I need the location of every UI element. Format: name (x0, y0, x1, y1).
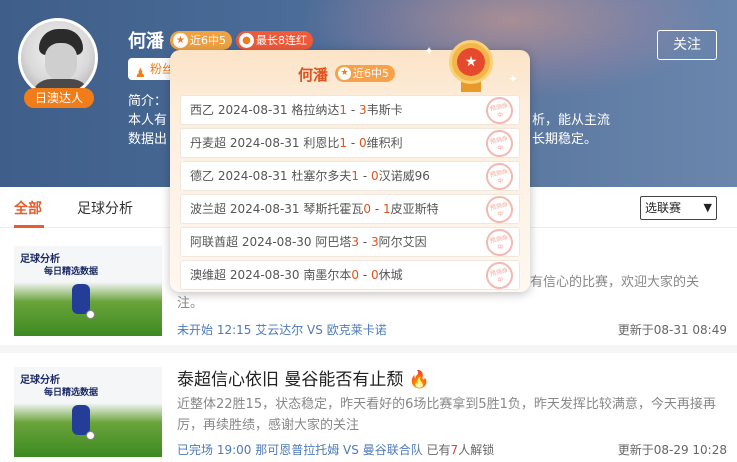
result-row[interactable]: 澳维超 2024-08-30 南墨尔本0 - 0休城 预测命中 (180, 259, 520, 292)
score-separator: - (359, 169, 371, 183)
profile-intro-tail: 析，能从主流 长期稳定。 (532, 113, 611, 147)
divider (0, 345, 737, 353)
score-separator: - (347, 136, 359, 150)
away-team: 阿尔艾因 (378, 235, 427, 249)
away-team: 韦斯卡 (366, 103, 403, 117)
home-score: 1 (339, 103, 348, 117)
star-icon: ★ (173, 33, 188, 48)
home-score: 1 (339, 136, 348, 150)
tab-active-indicator (14, 225, 44, 228)
away-score: 0 (370, 169, 379, 183)
result-match-info: 阿联酋超 2024-08-30 阿巴塔 (190, 235, 352, 249)
hit-stamp-icon: 预测命中 (483, 94, 516, 127)
score-separator: - (359, 268, 371, 282)
home-score: 0 (363, 202, 372, 216)
away-score: 0 (370, 268, 379, 282)
popup-record-badge: ★ 近6中5 (335, 65, 395, 82)
home-score: 1 (351, 169, 360, 183)
article-desc-tail: 注。 (177, 296, 204, 311)
expert-tag: 日澳达人 (24, 88, 94, 108)
recent-record-badge: ★ 近6中5 (170, 31, 232, 50)
away-team: 皮亚斯特 (390, 202, 439, 216)
article-desc: 近整体22胜15，状态稳定，昨天看好的6场比赛拿到5胜1负，昨天发挥比较满意，今… (177, 397, 716, 433)
result-match-info: 德乙 2024-08-31 杜塞尔多夫 (190, 169, 352, 183)
tab-all[interactable]: 全部 (14, 198, 42, 218)
fire-icon: 🔥 (408, 370, 430, 390)
away-score: 1 (382, 202, 391, 216)
hit-stamp-icon: 预测命中 (483, 127, 516, 160)
article-thumbnail[interactable]: 足球分析 每日精选数据 (14, 367, 162, 457)
result-match-info: 波兰超 2024-08-31 琴斯托霍瓦 (190, 202, 364, 216)
article-desc: 有信心的比赛，欢迎大家的关 (530, 275, 700, 290)
recent-results-list: 西乙 2024-08-31 格拉纳达1 - 3韦斯卡 预测命中 丹麦超 2024-0… (180, 94, 520, 293)
hit-stamp-icon: 预测命中 (483, 259, 516, 292)
article-meta: 未开始 12:15 艾云达尔 VS 欧克莱卡诺 (177, 323, 387, 337)
away-team: 汉诺威96 (378, 169, 430, 183)
away-team: 休城 (378, 268, 403, 282)
result-match-info: 西乙 2024-08-31 格拉纳达 (190, 103, 340, 117)
result-row[interactable]: 阿联酋超 2024-08-30 阿巴塔3 - 3阿尔艾因 预测命中 (180, 226, 520, 259)
follow-button[interactable]: 关注 (657, 30, 717, 60)
result-row[interactable]: 西乙 2024-08-31 格拉纳达1 - 3韦斯卡 预测命中 (180, 94, 520, 127)
chevron-down-icon: ▼ (703, 201, 712, 214)
star-icon: ★ (338, 67, 351, 80)
score-separator: - (347, 103, 359, 117)
result-row[interactable]: 波兰超 2024-08-31 琴斯托霍瓦0 - 1皮亚斯特 预测命中 (180, 193, 520, 226)
away-score: 3 (358, 103, 367, 117)
result-match-info: 丹麦超 2024-08-31 利恩比 (190, 136, 340, 150)
hit-stamp-icon: 预测命中 (483, 160, 516, 193)
away-score: 3 (370, 235, 379, 249)
league-select[interactable]: 选联赛 ▼ (640, 196, 717, 220)
hit-stamp-icon: 预测命中 (483, 193, 516, 226)
article-thumbnail[interactable]: 足球分析 每日精选数据 (14, 246, 162, 336)
profile-name: 何潘 (128, 31, 164, 52)
result-row[interactable]: 德乙 2024-08-31 杜塞尔多夫1 - 0汉诺威96 预测命中 (180, 160, 520, 193)
hit-stamp-icon: 预测命中 (483, 226, 516, 259)
avatar[interactable] (18, 18, 98, 98)
article-updated: 更新于08-31 08:49 (617, 323, 727, 337)
article-updated: 更新于08-29 10:28 (617, 443, 727, 457)
away-team: 维积利 (366, 136, 403, 150)
away-score: 0 (358, 136, 367, 150)
tab-football-analysis[interactable]: 足球分析 (77, 198, 133, 218)
article-item[interactable]: 足球分析 每日精选数据 泰超信心依旧 曼谷能否有止颓 🔥 近整体22胜15，状态… (0, 353, 737, 462)
article-title[interactable]: 泰超信心依旧 曼谷能否有止颓 🔥 (177, 365, 430, 390)
record-popup: 何潘 ★ 近6中5 ✦ ✦ ★ 西乙 2024-08-31 格拉纳达1 - 3韦… (170, 40, 530, 293)
fire-icon: ● (239, 33, 254, 48)
score-separator: - (359, 235, 371, 249)
result-row[interactable]: 丹麦超 2024-08-31 利恩比1 - 0维积利 预测命中 (180, 127, 520, 160)
sparkle-icon: ✦ (508, 72, 519, 86)
popup-name: 何潘 (298, 66, 329, 84)
user-icon: ♟ (135, 66, 146, 80)
home-score: 0 (351, 268, 360, 282)
streak-badge: ● 最长8连红 (236, 31, 313, 50)
score-separator: - (371, 202, 383, 216)
sparkle-icon: ✦ (424, 44, 435, 58)
article-meta: 已完场 19:00 那可恩普拉托姆 VS 曼谷联合队 已有7人解锁 (177, 443, 495, 457)
result-match-info: 澳维超 2024-08-30 南墨尔本 (190, 268, 352, 282)
home-score: 3 (351, 235, 360, 249)
medal-icon: ★ (446, 38, 496, 92)
